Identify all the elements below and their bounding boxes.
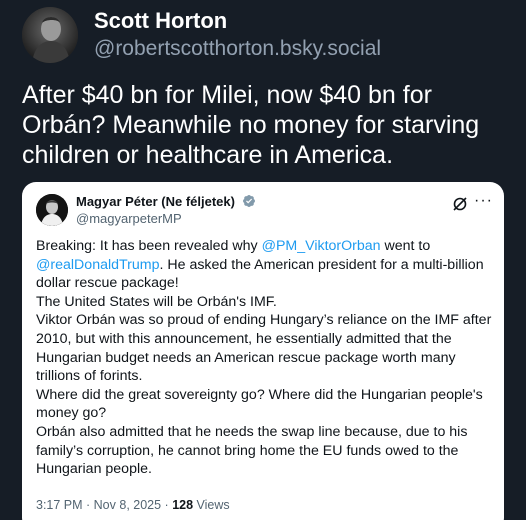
- author-handle[interactable]: @robertscotthorton.bsky.social: [94, 36, 381, 62]
- author-name[interactable]: Scott Horton: [94, 8, 227, 34]
- quoted-body-line: trillions of forints.: [36, 368, 143, 385]
- quoted-body-line: money go?: [36, 405, 107, 422]
- quoted-body-text: . He asked the American president for a …: [159, 256, 484, 273]
- quoted-body-line: @realDonaldTrump. He asked the American …: [36, 256, 494, 275]
- quoted-author-name-text: Magyar Péter (Ne féljetek): [76, 194, 235, 209]
- views-label: Views: [193, 498, 230, 512]
- quoted-author-handle[interactable]: @magyarpeterMP: [76, 211, 182, 227]
- quoted-body-text: Breaking: It has been revealed why: [36, 238, 262, 254]
- quoted-author-avatar-image: [36, 194, 68, 226]
- mention-link-realdonaldtrump[interactable]: @realDonaldTrump: [36, 257, 159, 273]
- quoted-body-line: Orbán also admitted that he needs the sw…: [36, 423, 468, 440]
- quoted-body-line: Viktor Orbán was so proud of ending Hung…: [36, 312, 492, 329]
- bluesky-post-screenshot: Scott Horton @robertscotthorton.bsky.soc…: [0, 0, 526, 520]
- author-avatar-image: [22, 7, 78, 63]
- quoted-post-body: Breaking: It has been revealed why @PM_V…: [36, 237, 494, 479]
- quoted-body-line: Breaking: It has been revealed why @PM_V…: [36, 237, 494, 256]
- quoted-body-line: Where did the great sovereignty go? Wher…: [36, 386, 483, 403]
- quoted-body-text: went to: [380, 238, 431, 254]
- post-text-line: Orbán? Meanwhile no money for starving: [22, 111, 480, 139]
- more-options-icon[interactable]: ···: [474, 193, 493, 209]
- quoted-post-meta: 3:17 PM · Nov 8, 2025 · 128 Views: [36, 498, 230, 512]
- quoted-post-card[interactable]: Magyar Péter (Ne féljetek) @magyarpeterM…: [22, 182, 504, 520]
- quoted-body-line: 2010, but with this announcement, he ess…: [36, 330, 452, 347]
- grok-icon[interactable]: [452, 196, 468, 212]
- quoted-body-line: Hungarian budget needs an American rescu…: [36, 349, 456, 366]
- quoted-body-line: Hungarian people.: [36, 461, 152, 478]
- quoted-body-line: dollar rescue package!: [36, 275, 179, 292]
- quoted-body-line: family’s corruption, he cannot bring hom…: [36, 442, 459, 459]
- views-count: 128: [172, 498, 194, 512]
- quoted-author-name[interactable]: Magyar Péter (Ne féljetek): [76, 194, 256, 210]
- quoted-body-line: The United States will be Orbán's IMF.: [36, 293, 277, 310]
- post-text: After $40 bn for Milei, now $40 bn for O…: [22, 80, 502, 170]
- post-text-line: children or healthcare in America.: [22, 141, 394, 169]
- quoted-author-avatar[interactable]: [36, 194, 68, 226]
- post-text-line: After $40 bn for Milei, now $40 bn for: [22, 81, 432, 109]
- mention-link-pm-viktororban[interactable]: @PM_ViktorOrban: [262, 238, 381, 254]
- author-avatar[interactable]: [22, 7, 78, 63]
- post-timestamp[interactable]: 3:17 PM · Nov 8, 2025 ·: [36, 498, 172, 512]
- verified-badge-icon: [242, 195, 255, 207]
